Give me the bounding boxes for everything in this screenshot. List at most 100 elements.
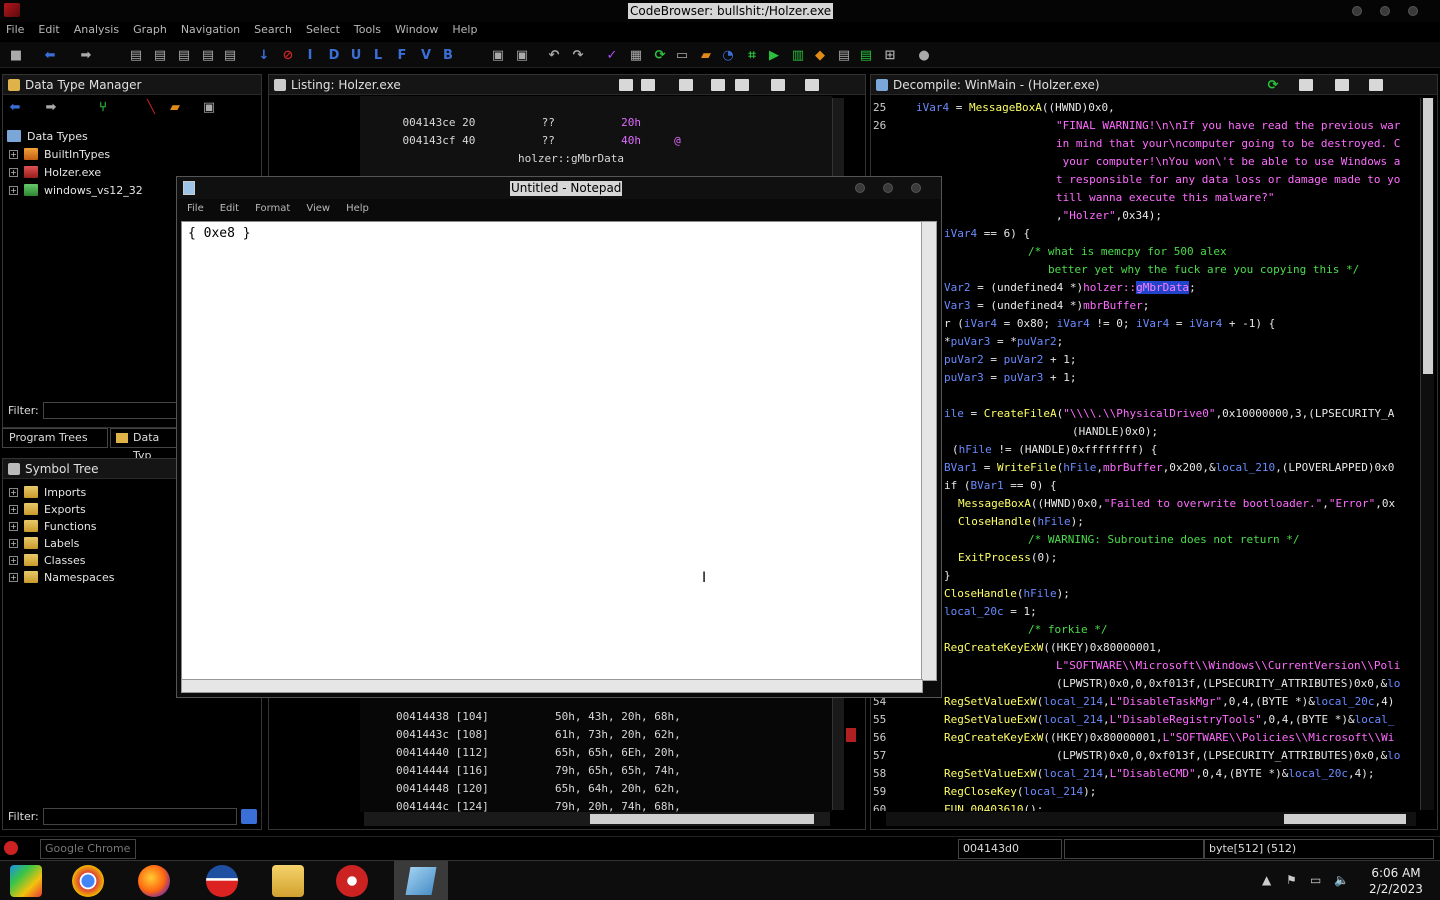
navigate-icon-1[interactable]: ▤: [128, 47, 144, 63]
snapshot-icon[interactable]: [771, 79, 785, 91]
tree-item-builtin[interactable]: + BuiltInTypes: [9, 145, 110, 163]
check-icon[interactable]: ✓: [604, 47, 620, 63]
cursor-icon[interactable]: [679, 79, 693, 91]
notepad-menu-help[interactable]: Help: [346, 203, 369, 219]
symbol-filter-input[interactable]: [43, 808, 237, 825]
menu-tools[interactable]: Tools: [354, 22, 381, 40]
clear-icon[interactable]: ▣: [490, 47, 506, 63]
notepad-menu-edit[interactable]: Edit: [220, 203, 239, 219]
menu-file[interactable]: File: [6, 22, 24, 40]
save-icon[interactable]: ■: [8, 47, 24, 63]
code-line[interactable]: Var2 = (undefined4 *)holzer::gMbrData;: [944, 279, 1196, 297]
filter-options-icon[interactable]: [241, 809, 257, 824]
stop-icon[interactable]: ⊘: [280, 47, 296, 63]
toolbar-letter-i[interactable]: I: [302, 47, 318, 63]
notepad-close-button[interactable]: [911, 183, 921, 193]
expand-icon[interactable]: +: [9, 538, 18, 548]
code-line[interactable]: Var3 = (undefined4 *)mbrBuffer;: [944, 297, 1149, 315]
chrome-icon[interactable]: [72, 865, 104, 897]
toolbar-letter-d[interactable]: D: [326, 47, 342, 63]
tree-item-windows[interactable]: + windows_vs12_32: [9, 181, 143, 199]
expand-icon[interactable]: +: [9, 167, 18, 177]
notepad-maximize-button[interactable]: [883, 183, 893, 193]
code-line[interactable]: (HANDLE)0x0);: [1072, 423, 1158, 441]
notepad-menu-view[interactable]: View: [306, 203, 330, 219]
redo-icon[interactable]: ↷: [570, 47, 586, 63]
tool-icon-5[interactable]: ▤: [836, 47, 852, 63]
decompile-vertical-scrollbar[interactable]: [1420, 98, 1434, 810]
code-line[interactable]: CloseHandle(hFile);: [944, 585, 1070, 603]
code-line[interactable]: puVar2 = puVar2 + 1;: [944, 351, 1077, 369]
listing-row-2[interactable]: 004143cf 40 ?? 40h @: [376, 114, 681, 147]
undo-icon[interactable]: ↶: [546, 47, 562, 63]
tab-data-types[interactable]: Data Typ: [110, 428, 180, 462]
tray-expand-icon[interactable]: ▲: [1262, 873, 1271, 887]
decompile-horizontal-scrollbar[interactable]: [886, 812, 1416, 826]
code-line[interactable]: t responsible for any data loss or damag…: [1056, 171, 1400, 189]
code-line[interactable]: L"SOFTWARE\\Microsoft\\Windows\\CurrentV…: [1056, 657, 1400, 675]
firefox-icon[interactable]: [138, 865, 170, 897]
file-explorer-icon[interactable]: [272, 865, 304, 897]
menu-navigation[interactable]: Navigation: [181, 22, 240, 40]
menu-edit[interactable]: Edit: [38, 22, 59, 40]
notepad-menu-format[interactable]: Format: [255, 203, 290, 219]
code-line[interactable]: RegSetValueExW(local_214,L"DisableRegist…: [944, 711, 1394, 729]
code-line[interactable]: iVar4 = MessageBoxA((HWND)0x0,: [916, 99, 1115, 117]
listing-label[interactable]: holzer::gMbrData: [518, 150, 624, 168]
listing-data-row[interactable]: 00414440 [112] 65h, 65h, 6Eh, 20h,: [396, 744, 681, 762]
volume-icon[interactable]: 🔈: [1334, 873, 1349, 887]
tool-icon-4[interactable]: ▥: [790, 47, 806, 63]
graph-icon[interactable]: ⌗: [744, 47, 760, 63]
copy-icon[interactable]: [619, 79, 633, 91]
code-line[interactable]: RegSetValueExW(local_214,L"DisableCMD",0…: [944, 765, 1375, 783]
expand-icon[interactable]: +: [9, 487, 18, 497]
code-line[interactable]: (hFile != (HANDLE)0xffffffff) {: [952, 441, 1157, 459]
expand-icon[interactable]: +: [9, 149, 18, 159]
refresh-icon[interactable]: ⟳: [652, 47, 668, 63]
minimize-button[interactable]: [1352, 6, 1362, 16]
tab-program-trees[interactable]: Program Trees: [2, 428, 108, 448]
code-comment[interactable]: better yet why the fuck are you copying …: [1048, 261, 1359, 279]
diamond-icon[interactable]: ◆: [812, 47, 828, 63]
tool-icon-2[interactable]: ▭: [674, 47, 690, 63]
code-line[interactable]: local_20c = 1;: [944, 603, 1037, 621]
decompile-scroll-thumb[interactable]: [1423, 98, 1433, 374]
code-line[interactable]: puVar3 = puVar3 + 1;: [944, 369, 1077, 387]
code-line[interactable]: r (iVar4 = 0x80; iVar4 != 0; iVar4 = iVa…: [944, 315, 1275, 333]
listing-data-row[interactable]: 00414444 [116] 79h, 65h, 65h, 74h,: [396, 762, 681, 780]
listing-data-row[interactable]: 00414448 [120] 65h, 64h, 20h, 62h,: [396, 780, 681, 798]
code-line[interactable]: your computer!\nYou won\'t be able to us…: [1056, 153, 1401, 171]
notepad-minimize-button[interactable]: [855, 183, 865, 193]
symbol-classes[interactable]: + Classes: [9, 551, 85, 569]
edit-fields-icon[interactable]: [711, 79, 725, 91]
maximize-button[interactable]: [1380, 6, 1390, 16]
decompile-export-icon[interactable]: [1335, 79, 1349, 91]
code-line[interactable]: ,"Holzer",0x34);: [1056, 207, 1162, 225]
taskbar-clock[interactable]: 6:06 AM 2/2/2023: [1364, 865, 1428, 897]
network-icon[interactable]: ▭: [1310, 873, 1321, 887]
code-line[interactable]: in mind that your\ncomputer going to be …: [1056, 135, 1400, 153]
back-arrow-icon[interactable]: ⬅: [42, 47, 58, 63]
paste-icon[interactable]: [641, 79, 655, 91]
listing-scroll-thumb[interactable]: [590, 814, 814, 824]
dtm-forward-icon[interactable]: ➡: [43, 99, 59, 115]
code-line[interactable]: "FINAL WARNING!\n\nIf you have read the …: [1056, 117, 1400, 135]
navigate-icon-3[interactable]: ▤: [176, 47, 192, 63]
notepad-menu-file[interactable]: File: [187, 203, 204, 219]
symbol-labels[interactable]: + Labels: [9, 534, 79, 552]
code-comment[interactable]: /* WARNING: Subroutine does not return *…: [1028, 531, 1300, 549]
start-button-icon[interactable]: [10, 865, 42, 897]
toolbar-letter-u[interactable]: U: [348, 47, 364, 63]
dtm-collapse-icon[interactable]: ▣: [201, 99, 217, 115]
code-line[interactable]: iVar4 == 6) {: [944, 225, 1030, 243]
decompile-copy-icon[interactable]: [1299, 79, 1313, 91]
listing-row-1[interactable]: 004143ce 20 ?? 20h: [376, 96, 641, 129]
code-comment[interactable]: /* forkie */: [1028, 621, 1107, 639]
symbol-imports[interactable]: + Imports: [9, 483, 86, 501]
columns-icon[interactable]: [805, 79, 819, 91]
action-center-flag-icon[interactable]: ⚑: [1286, 873, 1297, 887]
decompile-snapshot-icon[interactable]: [1369, 79, 1383, 91]
listing-data-row[interactable]: 0041443c [108] 61h, 73h, 20h, 62h,: [396, 726, 681, 744]
run-icon[interactable]: ▶: [766, 47, 782, 63]
expand-icon[interactable]: +: [9, 572, 18, 582]
